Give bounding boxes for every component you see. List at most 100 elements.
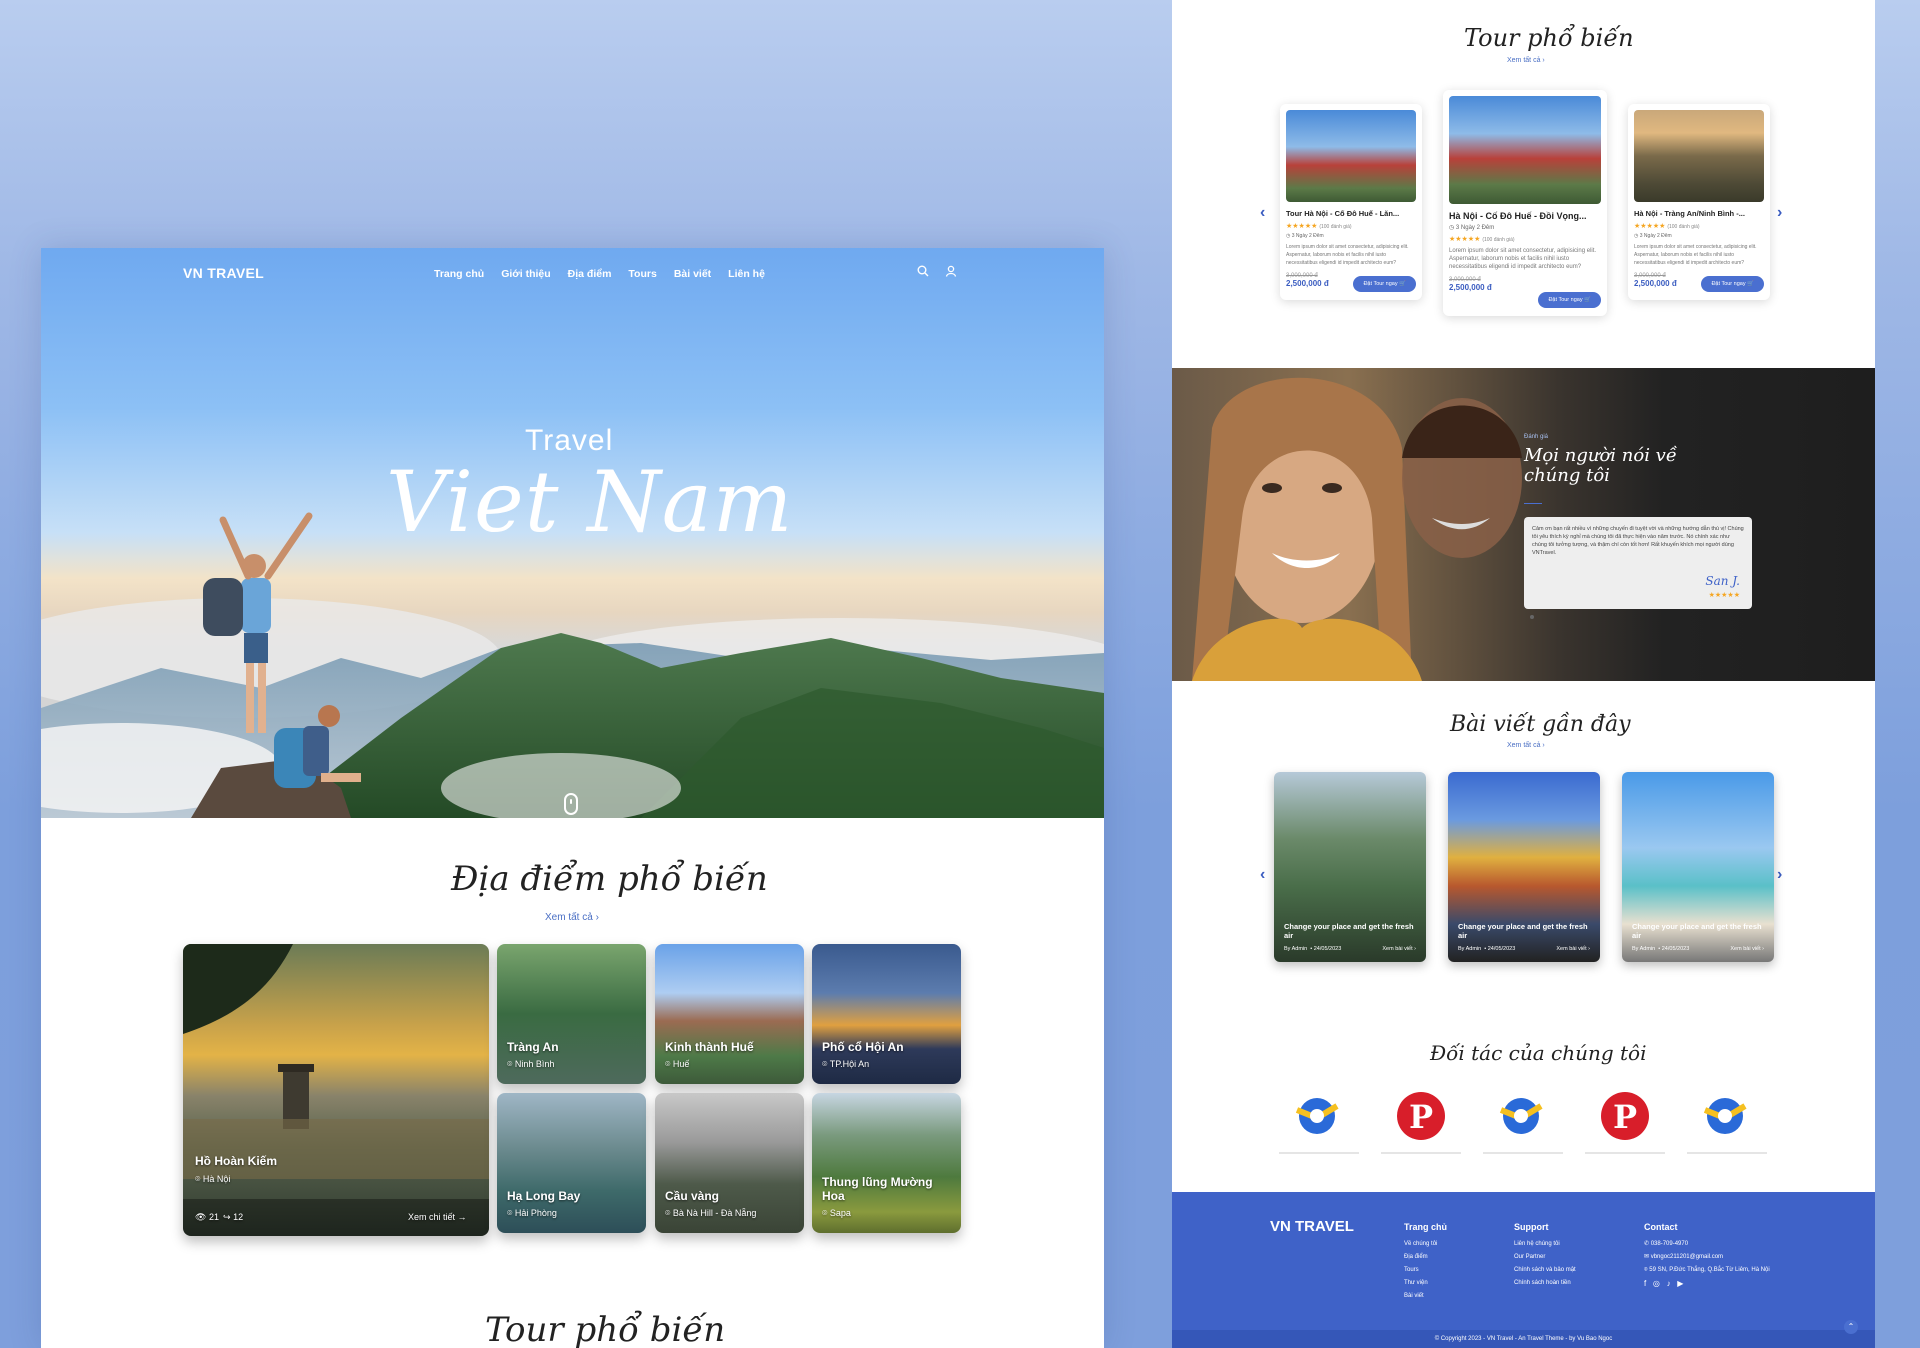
blog-card[interactable]: Change your place and get the fresh air …: [1274, 772, 1426, 962]
tour-card[interactable]: Hà Nội - Tràng An/Ninh Bình -... ★★★★★ (…: [1628, 104, 1770, 300]
scroll-mouse-icon[interactable]: [564, 793, 578, 815]
tour-description: Lorem ipsum dolor sit amet consectetur, …: [1634, 244, 1757, 266]
tour-title: Hà Nội - Cố Đô Huế - Đồi Vọng...: [1449, 211, 1587, 221]
mail-icon: ✉: [1644, 1254, 1650, 1260]
place-card[interactable]: Tràng An ⌾ Ninh Bình: [497, 944, 646, 1084]
brand-logo[interactable]: VN TRAVEL: [183, 265, 264, 281]
chevron-right-icon[interactable]: ›: [1777, 204, 1782, 222]
menu-item-tours[interactable]: Tours: [628, 268, 656, 280]
location-pin-icon: ⌾: [195, 1174, 201, 1184]
footer-link[interactable]: Liên hệ chúng tôi: [1514, 1238, 1576, 1251]
book-tour-button[interactable]: Đặt Tour ngay 🛒: [1538, 292, 1601, 308]
youtube-icon[interactable]: ▶: [1677, 1279, 1683, 1288]
place-location: ⌾ Bà Nà Hill - Đà Nẵng: [665, 1208, 757, 1218]
chevron-left-icon[interactable]: ‹: [1260, 204, 1265, 222]
title-underline: [1524, 503, 1542, 504]
rating-stars: ★★★★★: [1708, 592, 1740, 599]
blog-card[interactable]: Change your place and get the fresh air …: [1448, 772, 1600, 962]
carousel-dot[interactable]: [1530, 615, 1534, 619]
menu-item-about[interactable]: Giới thiệu: [501, 268, 550, 280]
svg-text:P: P: [1409, 1098, 1433, 1136]
chevron-left-icon[interactable]: ‹: [1260, 866, 1265, 884]
tours-see-all-link[interactable]: Xem tất cả ›: [1507, 57, 1545, 64]
read-more-link[interactable]: Xem bài viết ›: [1730, 946, 1764, 952]
tour-title: Tour Hà Nội - Cố Đô Huế - Lăn...: [1286, 209, 1400, 218]
share-count: ↪ 12: [223, 1212, 244, 1222]
footer-link[interactable]: Thư viện: [1404, 1277, 1447, 1290]
review-text: Cảm ơn bạn rất nhiều vì những chuyến đi …: [1532, 526, 1744, 556]
tour-title: Hà Nội - Tràng An/Ninh Bình -...: [1634, 209, 1745, 218]
phone-icon: ✆: [1644, 1241, 1650, 1247]
footer-col-contact: Contact ✆ 038-709-4970 ✉ vbngoc211201@gm…: [1644, 1222, 1770, 1290]
email-row[interactable]: ✉ vbngoc211201@gmail.com: [1644, 1251, 1770, 1264]
search-icon[interactable]: [917, 265, 929, 280]
tour-duration: ◷ 3 Ngày 2 Đêm: [1449, 225, 1495, 231]
location-pin-icon: ⌾: [1644, 1267, 1648, 1273]
book-tour-button[interactable]: Đặt Tour ngay 🛒: [1701, 276, 1764, 292]
places-title: Địa điểm phổ biến: [451, 859, 768, 899]
footer-brand[interactable]: VN TRAVEL: [1270, 1218, 1354, 1235]
place-card[interactable]: Phố cổ Hội An ⌾ TP.Hội An: [812, 944, 961, 1084]
places-see-all-link[interactable]: Xem tất cả ›: [545, 912, 599, 923]
footer-link[interactable]: Về chúng tôi: [1404, 1238, 1447, 1251]
partner-logo[interactable]: [1279, 1088, 1359, 1154]
homepage-mockup-continued: Tour phổ biến Xem tất cả › ‹ › Tour Hà N…: [1172, 0, 1875, 1348]
footer-link[interactable]: Chính sách hoàn tiền: [1514, 1277, 1576, 1290]
place-card[interactable]: Cầu vàng ⌾ Bà Nà Hill - Đà Nẵng: [655, 1093, 804, 1233]
place-card[interactable]: Kinh thành Huế ⌾ Huế: [655, 944, 804, 1084]
review-label: Đánh giá: [1524, 434, 1549, 440]
tour-card[interactable]: Hà Nội - Cố Đô Huế - Đồi Vọng... ◷ 3 Ngà…: [1443, 90, 1607, 316]
back-to-top-icon[interactable]: ⌃: [1844, 1320, 1858, 1334]
place-location: ⌾ Huế: [665, 1059, 690, 1069]
menu-item-posts[interactable]: Bài viết: [674, 268, 711, 280]
social-icons: f ◎ ♪ ▶: [1644, 1277, 1770, 1290]
user-icon[interactable]: [945, 265, 957, 280]
footer-link[interactable]: Our Partner: [1514, 1251, 1576, 1264]
footer-col-title: Support: [1514, 1222, 1549, 1232]
place-card[interactable]: Hạ Long Bay ⌾ Hải Phòng: [497, 1093, 646, 1233]
read-more-link[interactable]: Xem bài viết ›: [1556, 946, 1590, 952]
book-tour-button[interactable]: Đặt Tour ngay 🛒: [1353, 276, 1416, 292]
review-box: Cảm ơn bạn rất nhiều vì những chuyến đi …: [1524, 517, 1752, 609]
footer-link[interactable]: Tours: [1404, 1264, 1447, 1277]
review-section: Đánh giá Mọi người nói về chúng tôi Cảm ơ…: [1172, 368, 1875, 681]
blog-see-all-link[interactable]: Xem tất cả ›: [1507, 742, 1545, 749]
place-card[interactable]: Thung lũng Mường Hoa ⌾ Sapa: [812, 1093, 961, 1233]
blog-author: By Admin • 24/05/2023: [1458, 946, 1516, 952]
footer-link[interactable]: Bài viết: [1404, 1290, 1447, 1303]
blog-caption: Change your place and get the fresh air: [1284, 922, 1414, 940]
place-card-main[interactable]: Hồ Hoàn Kiếm ⌾ Hà Nội 👁 21 ↪ 12 Xem chi …: [183, 944, 489, 1236]
partner-logo[interactable]: [1687, 1088, 1767, 1154]
place-location: ⌾ Hải Phòng: [507, 1208, 557, 1218]
partners-title: Đối tác của chúng tôi: [1430, 1041, 1647, 1065]
blog-caption: Change your place and get the fresh air: [1632, 922, 1762, 940]
hero-banner: VN TRAVEL Trang chủ Giới thiệu Địa điểm …: [41, 248, 1104, 818]
tiktok-icon[interactable]: ♪: [1667, 1279, 1671, 1288]
place-name: Phố cổ Hội An: [822, 1040, 904, 1054]
blog-author: By Admin • 24/05/2023: [1284, 946, 1342, 952]
tour-duration: ◷ 3 Ngày 2 Đêm: [1634, 233, 1672, 239]
place-name: Hạ Long Bay: [507, 1189, 581, 1203]
hero-title: Viet Nam: [386, 453, 794, 551]
menu-item-contact[interactable]: Liên hệ: [728, 268, 765, 280]
share-icon: ↪: [223, 1212, 231, 1222]
footer-link[interactable]: Địa điểm: [1404, 1251, 1447, 1264]
tour-image: [1286, 110, 1416, 202]
place-name: Tràng An: [507, 1040, 559, 1054]
tour-card[interactable]: Tour Hà Nội - Cố Đô Huế - Lăn... ★★★★★ (…: [1280, 104, 1422, 300]
menu-item-places[interactable]: Địa điểm: [568, 268, 612, 280]
facebook-icon[interactable]: f: [1644, 1279, 1646, 1288]
instagram-icon[interactable]: ◎: [1653, 1279, 1660, 1288]
read-more-link[interactable]: Xem bài viết ›: [1382, 946, 1416, 952]
detail-link[interactable]: Xem chi tiết →: [408, 1212, 467, 1222]
pinterest-logo-icon[interactable]: P: [1381, 1088, 1461, 1154]
place-location: ⌾ Sapa: [822, 1208, 851, 1218]
chevron-right-icon[interactable]: ›: [1777, 866, 1782, 884]
partner-logo[interactable]: [1483, 1088, 1563, 1154]
menu-item-home[interactable]: Trang chủ: [434, 268, 484, 280]
address-row: ⌾ 59 SN, P.Đức Thắng, Q.Bắc Từ Liêm, Hà …: [1644, 1267, 1770, 1273]
place-location: ⌾ Ninh Bình: [507, 1059, 555, 1069]
footer-link[interactable]: Chính sách và bảo mật: [1514, 1264, 1576, 1277]
pinterest-logo-icon[interactable]: P: [1585, 1088, 1665, 1154]
blog-card[interactable]: Change your place and get the fresh air …: [1622, 772, 1774, 962]
